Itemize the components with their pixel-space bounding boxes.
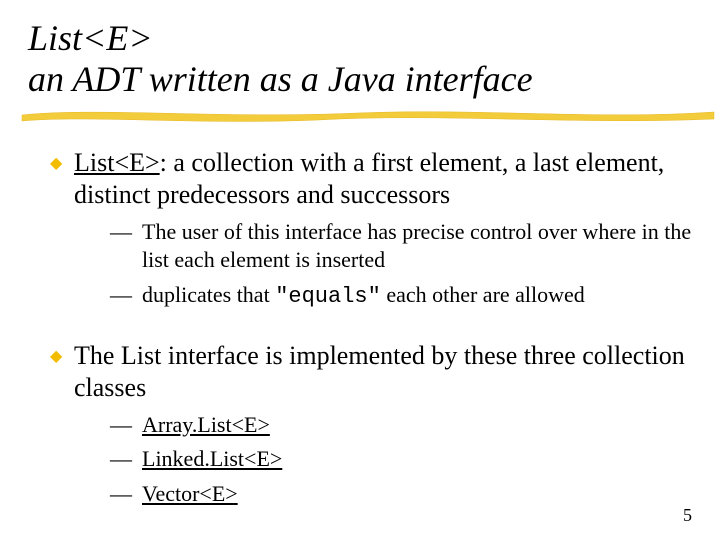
bullet-item: List<E>: a collection with a first eleme… xyxy=(50,147,692,332)
sub-item: Vector<E> xyxy=(110,480,692,509)
page-number: 5 xyxy=(683,505,692,526)
sub-item: The user of this interface has precise c… xyxy=(110,218,692,275)
title-underline xyxy=(28,107,692,125)
sub-list: The user of this interface has precise c… xyxy=(74,212,692,332)
bullet-item: The List interface is implemented by the… xyxy=(50,340,692,529)
sub-item: duplicates that "equals" each other are … xyxy=(110,281,692,312)
title-line-1: List<E> xyxy=(28,18,153,58)
sub-text-underlined: Linked.List<E> xyxy=(142,446,282,471)
sub-text-code: "equals" xyxy=(275,284,381,309)
bullet-list: List<E>: a collection with a first eleme… xyxy=(28,147,692,529)
brush-stroke-icon xyxy=(18,101,718,125)
slide: List<E> an ADT written as a Java interfa… xyxy=(0,0,720,540)
sub-item: Array.List<E> xyxy=(110,411,692,440)
sub-text-underlined: Array.List<E> xyxy=(142,412,270,437)
title-line-2: an ADT written as a Java interface xyxy=(28,59,533,99)
sub-text-post: each other are allowed xyxy=(381,282,585,307)
bullet-text: : a collection with a first element, a l… xyxy=(74,148,664,210)
sub-text: The user of this interface has precise c… xyxy=(142,219,691,273)
slide-title: List<E> an ADT written as a Java interfa… xyxy=(28,18,692,101)
bullet-text: The List interface is implemented by the… xyxy=(74,341,685,403)
sub-list: Array.List<E> Linked.List<E> Vector<E> xyxy=(74,405,692,529)
bullet-lead-underlined: List<E> xyxy=(74,148,160,177)
sub-text-underlined: Vector<E> xyxy=(142,481,238,506)
sub-text-pre: duplicates that xyxy=(142,282,275,307)
sub-item: Linked.List<E> xyxy=(110,445,692,474)
